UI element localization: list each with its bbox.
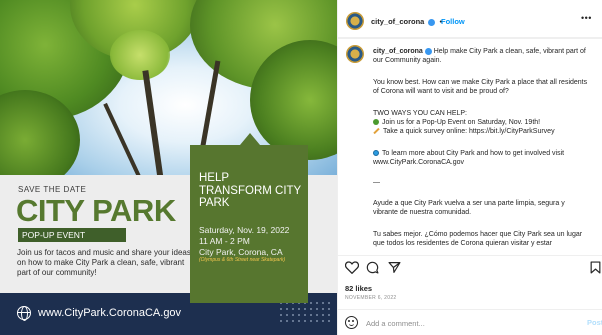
post-image[interactable]: SAVE THE DATE CITY PARK POP-UP EVENT Joi… bbox=[0, 0, 337, 335]
caption-username[interactable]: city_of_corona bbox=[373, 48, 423, 55]
popup-event-label: POP-UP EVENT bbox=[18, 228, 126, 242]
verified-badge-icon bbox=[428, 18, 436, 26]
header-divider bbox=[337, 38, 602, 39]
actions-divider bbox=[337, 255, 602, 256]
comment-divider bbox=[337, 309, 602, 310]
header-username-text[interactable]: city_of_corona bbox=[371, 17, 424, 26]
caption-spanish1: Ayude a que City Park vuelva a ser una p… bbox=[373, 200, 565, 216]
header-username[interactable]: city_of_corona • bbox=[371, 17, 442, 26]
event-date: Saturday, Nov. 19, 2022 bbox=[199, 225, 290, 235]
event-details: Saturday, Nov. 19, 2022 11 AM - 2 PM Cit… bbox=[199, 225, 289, 258]
help-transform-title: HELP TRANSFORM CITY PARK bbox=[199, 172, 302, 209]
share-icon[interactable] bbox=[388, 261, 401, 274]
pencil-icon bbox=[373, 127, 380, 135]
caption-spanish2: Tu sabes mejor. ¿Cómo podemos hacer que … bbox=[373, 231, 583, 247]
emoji-icon[interactable] bbox=[345, 316, 358, 329]
dot-pattern-decoration bbox=[278, 300, 332, 326]
green-circle-icon bbox=[373, 119, 379, 126]
caption-way2-text[interactable]: Take a quick survey online: https://bit.… bbox=[383, 128, 555, 135]
bookmark-icon[interactable] bbox=[590, 261, 601, 274]
caption-way2: Take a quick survey online: https://bit.… bbox=[373, 127, 591, 136]
event-time: 11 AM - 2 PM bbox=[199, 236, 250, 246]
event-location-note: (Olympus & 6th Street near Skatepark) bbox=[199, 257, 286, 263]
heart-icon[interactable] bbox=[345, 261, 359, 274]
globe-icon bbox=[17, 306, 31, 321]
post-date[interactable]: NOVEMBER 6, 2022 bbox=[345, 295, 397, 301]
comment-icon[interactable] bbox=[366, 261, 379, 274]
caption-way1: Join us for a Pop-Up Event on Saturday, … bbox=[373, 118, 591, 127]
website-url: www.CityPark.CoronaCA.gov bbox=[38, 307, 182, 319]
invite-text: Join us for tacos and music and share yo… bbox=[17, 248, 191, 277]
caption-first-line: city_of_corona Help make City Park a cle… bbox=[373, 47, 591, 65]
caption-avatar[interactable] bbox=[346, 45, 364, 63]
caption-verified-badge-icon bbox=[424, 47, 432, 55]
comment-input[interactable] bbox=[366, 317, 566, 329]
city-park-headline: CITY PARK bbox=[16, 193, 176, 228]
more-icon[interactable]: ••• bbox=[581, 13, 592, 23]
blue-circle-icon bbox=[373, 150, 379, 157]
caption-way1-text: Join us for a Pop-Up Event on Saturday, … bbox=[382, 119, 541, 126]
caption-learn-more: To learn more about City Park and how to… bbox=[373, 149, 591, 167]
avatar[interactable] bbox=[346, 12, 364, 30]
likes-count[interactable]: 82 likes bbox=[345, 284, 372, 293]
event-card bbox=[190, 133, 308, 303]
follow-button[interactable]: Follow bbox=[441, 17, 465, 26]
caption-learn-more-text: To learn more about City Park and how to… bbox=[373, 150, 565, 166]
caption-para2: You know best. How can we make City Park… bbox=[373, 79, 588, 95]
post-comment-button[interactable]: Post bbox=[587, 318, 602, 327]
caption-ways-title: TWO WAYS YOU CAN HELP: bbox=[373, 110, 467, 117]
caption-divider: — bbox=[373, 179, 380, 186]
